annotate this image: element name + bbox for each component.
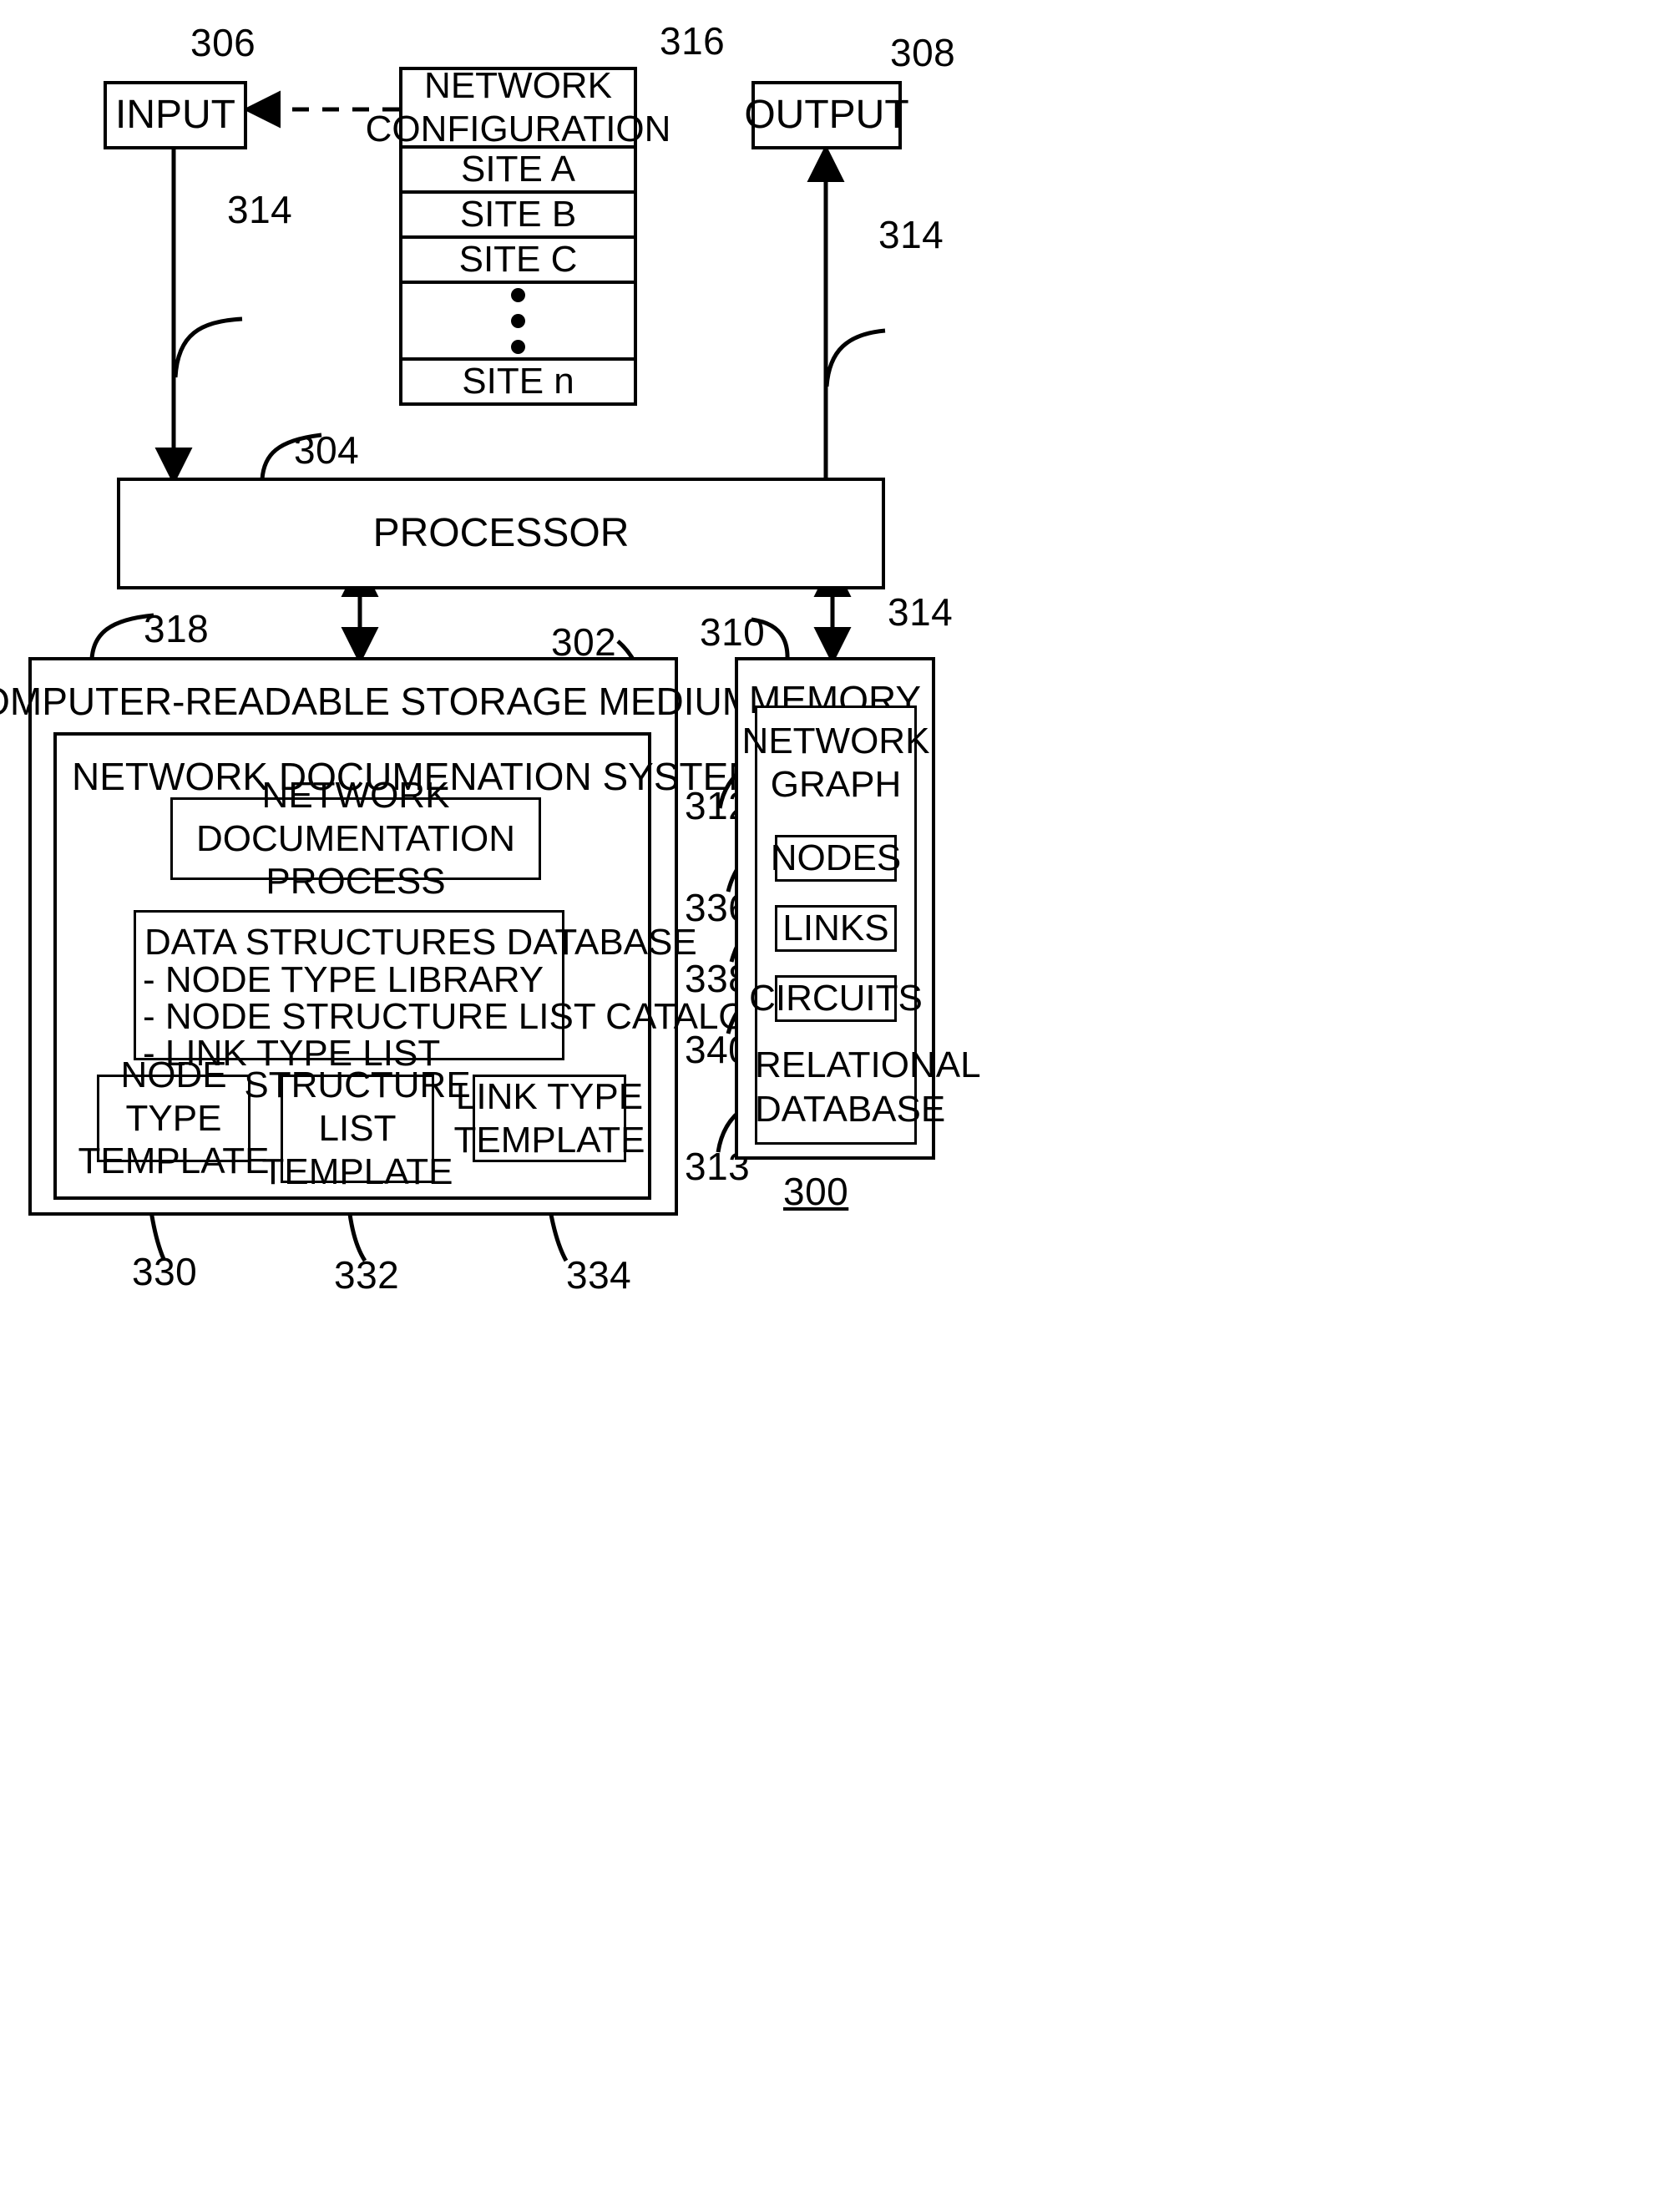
patent-figure-300: 306 316 308 314 314 304 314 318 302 310 …	[0, 0, 1680, 2200]
ref-306: 306	[190, 21, 256, 64]
ref-308: 308	[890, 31, 956, 74]
ref-318: 318	[144, 607, 210, 650]
network-graph-label: NETWORK GRAPH	[741, 721, 930, 805]
relational-database-label: RELATIONAL DATABASE	[755, 1044, 981, 1130]
site-row-b[interactable]: SITE B	[399, 194, 637, 239]
leader-314-input	[173, 316, 243, 378]
links-block[interactable]: LINKS	[775, 905, 897, 952]
network-configuration-header[interactable]: NETWORK CONFIGURATION	[366, 65, 671, 149]
output-block-label: OUTPUT	[744, 92, 909, 137]
nodes-label: NODES	[770, 837, 902, 879]
site-row-b-label: SITE B	[459, 194, 577, 235]
network-configuration-label: NETWORK CONFIGURATION	[365, 65, 671, 149]
site-row-n[interactable]: SITE n	[399, 361, 637, 406]
ref-314-output: 314	[878, 213, 944, 256]
ref-314-memory: 314	[888, 590, 954, 634]
structure-list-template-label: STRUCTURE LIST TEMPLATE	[244, 1065, 471, 1192]
ref-334: 334	[566, 1253, 632, 1297]
circuits-block[interactable]: CIRCUITS	[749, 975, 923, 1022]
site-row-n-label: SITE n	[462, 361, 574, 402]
storage-medium-label: COMPUTER-READABLE STORAGE MEDIUM	[0, 680, 755, 723]
ref-332: 332	[334, 1253, 400, 1297]
link-type-template-label: LINK TYPE TEMPLATE	[453, 1075, 645, 1161]
figure-number: 300	[783, 1170, 849, 1213]
vertical-ellipsis-icon	[511, 287, 525, 354]
site-row-ellipsis	[399, 284, 637, 361]
links-label: LINKS	[782, 908, 889, 949]
circuits-label: CIRCUITS	[749, 978, 923, 1019]
data-structures-database-block[interactable]: DATA STRUCTURES DATABASE - NODE TYPE LIB…	[134, 910, 776, 1074]
nodes-block[interactable]: NODES	[771, 835, 901, 882]
ref-314-input: 314	[227, 188, 293, 231]
structure-list-template-block[interactable]: STRUCTURE LIST TEMPLATE	[244, 1065, 470, 1192]
site-row-c-label: SITE C	[458, 239, 578, 280]
documentation-process-label: NETWORK DOCUMENTATION PROCESS	[195, 774, 516, 903]
ref-304: 304	[294, 428, 360, 472]
input-block-label: INPUT	[115, 92, 235, 137]
leader-314-output	[824, 328, 886, 387]
ref-330: 330	[132, 1250, 198, 1293]
site-row-a-label: SITE A	[461, 149, 575, 190]
link-type-template-block[interactable]: LINK TYPE TEMPLATE	[454, 1075, 645, 1162]
input-block[interactable]: INPUT	[104, 81, 247, 149]
processor-block[interactable]: PROCESSOR	[117, 478, 885, 589]
site-row-c[interactable]: SITE C	[399, 239, 637, 284]
site-row-a[interactable]: SITE A	[399, 149, 637, 194]
node-type-template-block[interactable]: NODE TYPE TEMPLATE	[78, 1054, 270, 1182]
ref-310: 310	[700, 610, 766, 654]
ref-316: 316	[660, 19, 726, 63]
node-type-template-label: NODE TYPE TEMPLATE	[78, 1054, 270, 1182]
documentation-process-block[interactable]: NETWORK DOCUMENTATION PROCESS	[170, 775, 541, 902]
output-block[interactable]: OUTPUT	[744, 81, 909, 149]
processor-block-label: PROCESSOR	[372, 510, 630, 555]
